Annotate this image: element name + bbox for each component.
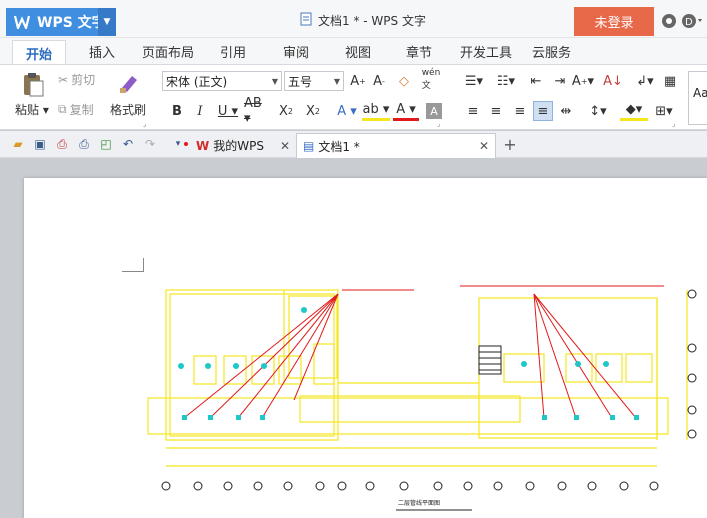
styles-preview-text: Aa [693, 86, 707, 100]
tab-review[interactable]: 审阅 [283, 42, 309, 61]
cut-label: 剪切 [71, 73, 96, 87]
tab-view[interactable]: 视图 [345, 42, 371, 61]
close-icon[interactable]: ✕ [280, 139, 290, 153]
drawing-caption: 二层管线平面图 [398, 500, 441, 507]
undo-icon[interactable]: ↶ [120, 136, 136, 152]
close-icon[interactable]: ✕ [479, 139, 489, 153]
superscript-icon[interactable]: X2 [276, 101, 296, 121]
chevron-down-icon: ▼ [333, 76, 340, 86]
pinyin-guide-icon[interactable]: wén 文 [418, 68, 444, 91]
italic-icon[interactable]: I [190, 101, 210, 121]
copy-button[interactable]: ⧉ 复制 [58, 101, 94, 118]
paragraph-launcher-icon[interactable]: ⌟ [672, 120, 675, 128]
paste-icon[interactable] [18, 71, 48, 99]
char-shading-icon[interactable]: A [426, 103, 442, 119]
wps-logo-icon [11, 11, 33, 33]
change-case-icon[interactable]: A + ▾ [570, 71, 596, 91]
copy-icon: ⧉ [58, 102, 67, 116]
justify-icon[interactable]: ≡ [533, 101, 553, 121]
open-folder-icon[interactable]: ▰ [10, 136, 26, 152]
bullet-list-icon[interactable]: ☰▾ [460, 71, 488, 91]
paste-label: 粘贴 [15, 103, 40, 117]
app-menu-dropdown-icon[interactable]: ▼ [98, 8, 116, 36]
document-workspace: 二层管线平面图 [0, 158, 707, 518]
print-preview-icon[interactable]: ◰ [98, 136, 114, 152]
app-name: WPS 文字 [37, 15, 106, 31]
align-left-icon[interactable]: ≡ [463, 101, 483, 121]
print-icon[interactable]: ⎙ [76, 136, 92, 152]
format-painter-label[interactable]: 格式刷 [110, 101, 146, 118]
distribute-icon[interactable]: ⇹ [556, 101, 576, 121]
new-tab-plus-icon[interactable]: + [502, 135, 518, 154]
bold-icon[interactable]: B [167, 101, 187, 121]
export-pdf-icon[interactable]: ⎙ [54, 136, 70, 152]
align-right-icon[interactable]: ≡ [510, 101, 530, 121]
notification-dot [184, 142, 188, 146]
paragraph-mark-icon[interactable]: ↲▾ [632, 71, 658, 91]
skin-icon[interactable] [660, 12, 678, 30]
scissors-icon: ✂ [58, 72, 69, 87]
paste-button[interactable]: 粘贴 ▾ [15, 101, 49, 118]
text-effect-icon[interactable]: A ▾ [334, 101, 360, 121]
document-icon [300, 12, 312, 29]
login-button[interactable]: 未登录 [574, 7, 654, 36]
tab-home[interactable]: 开始 [12, 40, 67, 64]
font-size-select[interactable]: 五号 ▼ [284, 71, 344, 91]
window-title-text: 文档1 * - WPS 文字 [318, 14, 426, 28]
increase-indent-icon[interactable]: ⇥ [550, 71, 570, 91]
styles-gallery[interactable]: Aa [688, 71, 707, 125]
shrink-font-icon[interactable]: A- [369, 71, 389, 91]
ribbon-tabs: 开始 插入 页面布局 引用 审阅 视图 章节 开发工具 云服务 [0, 38, 707, 64]
underline-icon[interactable]: U ▾ [214, 101, 242, 121]
format-painter-icon[interactable] [116, 71, 142, 95]
ribbon-home: 粘贴 ▾ ✂ 剪切 ⧉ 复制 格式刷 ⌟ 宋体 (正文) ▼ 五号 ▼ A + A- ◇ … [0, 64, 707, 130]
svg-text:D: D [685, 17, 693, 28]
font-name-value: 宋体 (正文) [166, 74, 228, 89]
tab-insert[interactable]: 插入 [89, 42, 115, 61]
quick-access-bar: ▰ ▣ ⎙ ⎙ ◰ ↶ ↷ ▾ W 我的WPS ✕ ▤ 文档1 * ✕ + [0, 131, 707, 158]
align-center-icon[interactable]: ≡ [486, 101, 506, 121]
document-page[interactable]: 二层管线平面图 [24, 178, 707, 518]
decrease-indent-icon[interactable]: ⇤ [526, 71, 546, 91]
font-color-icon[interactable]: A ▾ [393, 101, 419, 121]
font-launcher-icon[interactable]: ⌟ [437, 120, 440, 128]
tab-developer[interactable]: 开发工具 [460, 42, 512, 61]
doc-tab-label: 我的WPS [213, 139, 264, 153]
grow-font-icon[interactable]: A + [348, 71, 368, 91]
clear-format-icon[interactable]: ◇ [394, 71, 414, 91]
tab-page-layout[interactable]: 页面布局 [142, 42, 194, 61]
borders-icon[interactable]: ⊞▾ [650, 101, 678, 121]
strikethrough-icon[interactable]: AB ▾ [244, 96, 272, 126]
doc-tab-my-wps[interactable]: W 我的WPS ✕ [196, 133, 294, 158]
redo-icon[interactable]: ↷ [142, 136, 158, 152]
font-name-select[interactable]: 宋体 (正文) ▼ [162, 71, 282, 91]
highlight-icon[interactable]: ab ▾ [362, 101, 390, 121]
title-bar: WPS 文字 ▼ 文档1 * - WPS 文字 未登录 D [0, 0, 707, 38]
wps-logo-icon: W [196, 138, 210, 153]
tab-cloud-services[interactable]: 云服务 [532, 42, 571, 61]
sort-icon[interactable]: A↓ [603, 71, 623, 91]
numbered-list-icon[interactable]: ☷▾ [492, 71, 520, 91]
save-icon[interactable]: ▣ [32, 136, 48, 152]
cut-button[interactable]: ✂ 剪切 [58, 71, 95, 88]
font-size-value: 五号 [288, 74, 313, 89]
subscript-icon[interactable]: X2 [303, 101, 323, 121]
cad-floor-plan-image [147, 285, 697, 511]
line-spacing-icon[interactable]: ↕▾ [584, 101, 612, 121]
doc-tab-document1[interactable]: ▤ 文档1 * ✕ [296, 133, 496, 158]
table-insert-icon[interactable]: ▦ [660, 71, 680, 91]
tab-chapter[interactable]: 章节 [406, 42, 432, 61]
shading-icon[interactable]: ◆▾ [620, 101, 648, 121]
copy-label: 复制 [69, 103, 94, 117]
tab-references[interactable]: 引用 [220, 42, 246, 61]
window-title: 文档1 * - WPS 文字 [300, 12, 426, 29]
doc-tab-label: 文档1 * [318, 139, 360, 154]
document-icon: ▤ [303, 139, 315, 153]
user-menu-icon[interactable]: D [680, 12, 704, 30]
chevron-down-icon: ▼ [271, 76, 278, 86]
app-menu-button[interactable]: WPS 文字 ▼ [6, 8, 116, 36]
clipboard-launcher-icon[interactable]: ⌟ [143, 120, 146, 128]
